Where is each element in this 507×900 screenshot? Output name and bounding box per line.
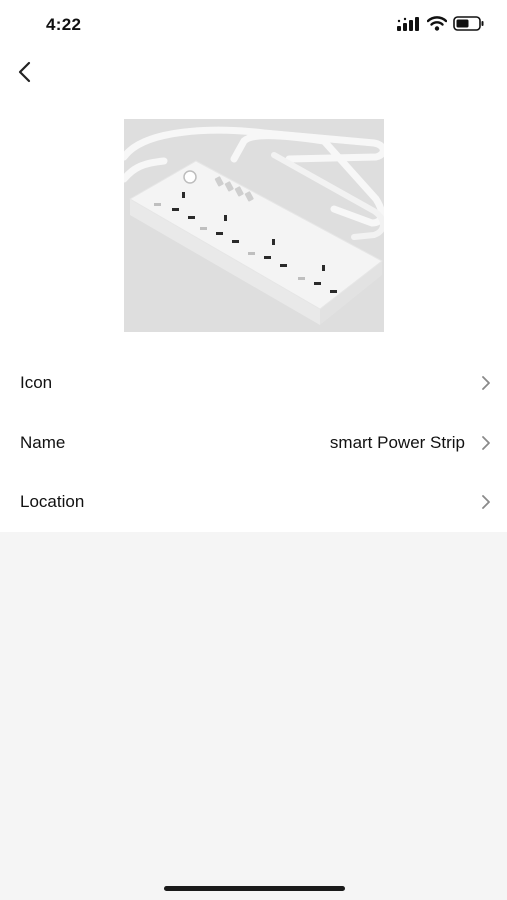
chevron-right-icon: [479, 494, 493, 510]
status-icons: [397, 16, 485, 36]
row-value-name: smart Power Strip: [329, 433, 465, 452]
chevron-left-icon: [17, 61, 31, 88]
home-indicator[interactable]: [164, 886, 345, 891]
chevron-right-icon: [479, 435, 493, 451]
back-button[interactable]: [8, 58, 40, 90]
row-label-location: Location: [20, 492, 85, 511]
device-image[interactable]: [124, 119, 384, 332]
status-time: 4:22: [46, 15, 82, 34]
wifi-icon: [426, 16, 448, 36]
settings-row-icon[interactable]: Icon: [0, 353, 507, 413]
settings-row-location[interactable]: Location: [0, 472, 507, 532]
power-strip-image: [124, 119, 384, 332]
battery-icon: [453, 16, 485, 36]
chevron-right-icon: [479, 375, 493, 391]
settings-panel: 4:22 Icon Name smart Power Strip Locatio…: [0, 0, 507, 532]
signal-icon: [397, 16, 421, 36]
row-label-name: Name: [20, 433, 66, 452]
status-bar: 4:22: [0, 0, 507, 50]
row-label-icon: Icon: [20, 373, 53, 392]
settings-row-name[interactable]: Name smart Power Strip: [0, 413, 507, 473]
